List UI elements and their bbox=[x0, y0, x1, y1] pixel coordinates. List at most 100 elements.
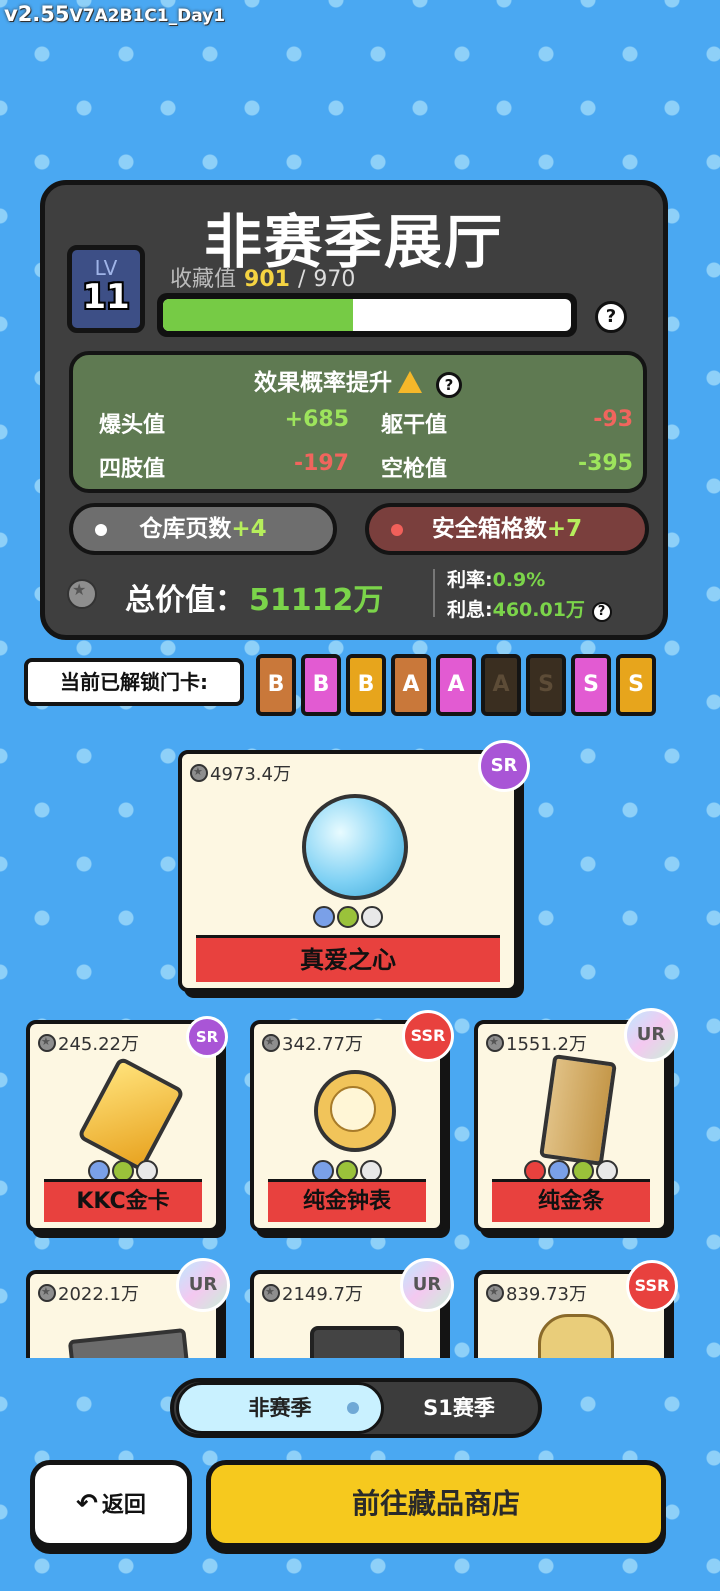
rarity-badge: SR bbox=[186, 1016, 228, 1058]
collection-max: 970 bbox=[313, 267, 356, 292]
stat-torso-value: -93 bbox=[593, 407, 633, 432]
divider bbox=[433, 569, 435, 617]
tab-off-season[interactable]: 非赛季 bbox=[176, 1382, 384, 1434]
item-card[interactable]: 245.22万 SR KKC金卡 bbox=[26, 1016, 228, 1232]
diamond-icon bbox=[302, 794, 408, 900]
item-name: 纯金条 bbox=[492, 1179, 650, 1222]
item-card[interactable]: 342.77万 SSR 纯金钟表 bbox=[250, 1010, 454, 1232]
item-name: 真爱之心 bbox=[196, 935, 500, 982]
collection-value: 收藏值 901 / 970 bbox=[170, 261, 355, 293]
interest-help-icon[interactable]: ? bbox=[591, 602, 612, 622]
effect-help-icon[interactable]: ? bbox=[436, 372, 462, 398]
camera-icon bbox=[310, 1326, 404, 1358]
go-to-shop-button[interactable]: 前往藏品商店 bbox=[206, 1460, 666, 1548]
stat-limbs-value: -197 bbox=[293, 451, 349, 476]
unlocked-cards-label: 当前已解锁门卡: bbox=[24, 658, 244, 706]
keycard-b: B bbox=[346, 654, 386, 716]
safebox-slots-pill: 安全箱格数+7 bbox=[365, 503, 649, 555]
stat-limbs-label: 四肢值 bbox=[99, 457, 166, 482]
undo-arrow-icon: ↶ bbox=[76, 1489, 98, 1519]
item-card-featured[interactable]: 4973.4万 SR 真爱之心 bbox=[178, 740, 530, 992]
item-price: 245.22万 bbox=[38, 1030, 139, 1056]
total-value-label: 总价值： bbox=[125, 583, 245, 618]
item-card[interactable]: 2149.7万 UR bbox=[250, 1258, 454, 1358]
item-price: 4973.4万 bbox=[190, 760, 291, 786]
coin-icon bbox=[486, 1034, 504, 1052]
version-build: V7A2B1C1_Day1 bbox=[69, 6, 226, 26]
coin-icon bbox=[262, 1034, 280, 1052]
interest-label: 利息: bbox=[447, 599, 493, 621]
item-price: 1551.2万 bbox=[486, 1030, 587, 1056]
warehouse-label: 仓库页数 bbox=[139, 516, 232, 542]
effect-title-text: 效果概率提升 bbox=[254, 370, 392, 396]
effect-panel: 效果概率提升? 爆头值 +685 躯干值 -93 四肢值 -197 空枪值 -3… bbox=[69, 351, 647, 493]
item-price: 839.73万 bbox=[486, 1280, 587, 1306]
rate-label: 利率: bbox=[447, 569, 493, 591]
total-value: 51112万 bbox=[249, 583, 384, 618]
item-price-value: 4973.4万 bbox=[210, 764, 291, 785]
rarity-badge: SR bbox=[478, 740, 530, 792]
tab-s1-season[interactable]: S1赛季 bbox=[384, 1382, 534, 1434]
back-button[interactable]: ↶ 返回 bbox=[30, 1460, 192, 1548]
item-card[interactable]: 2022.1万 UR bbox=[26, 1258, 230, 1358]
item-price: 2022.1万 bbox=[38, 1280, 139, 1306]
effect-title: 效果概率提升? bbox=[73, 363, 643, 398]
stat-miss-value: -395 bbox=[577, 451, 633, 476]
gem-slots bbox=[182, 906, 514, 928]
safebox-plus: +7 bbox=[546, 516, 583, 542]
coin-icon bbox=[486, 1284, 504, 1302]
collection-separator: / bbox=[297, 267, 306, 292]
circle-gem-icon bbox=[337, 906, 359, 928]
dot-icon bbox=[95, 524, 107, 536]
season-toggle[interactable]: 非赛季 S1赛季 bbox=[170, 1378, 542, 1438]
stat-torso-label: 躯干值 bbox=[381, 413, 448, 438]
rarity-badge: UR bbox=[624, 1008, 678, 1062]
level-number: 11 bbox=[82, 277, 130, 317]
stat-headshot-value: +685 bbox=[284, 407, 349, 432]
tab-off-season-label: 非赛季 bbox=[248, 1396, 312, 1420]
keycard-s: S bbox=[526, 654, 566, 716]
keycard-b: B bbox=[301, 654, 341, 716]
safebox-label: 安全箱格数 bbox=[431, 516, 547, 542]
item-price-value: 2149.7万 bbox=[282, 1284, 363, 1305]
coin-icon bbox=[262, 1284, 280, 1302]
warehouse-pages-pill: 仓库页数+4 bbox=[69, 503, 337, 555]
collection-progress-bar bbox=[157, 293, 577, 337]
gold-bar-icon bbox=[539, 1054, 617, 1166]
back-button-label: 返回 bbox=[101, 1493, 146, 1518]
coin-icon bbox=[38, 1284, 56, 1302]
item-price-value: 245.22万 bbox=[58, 1034, 139, 1055]
keycard-s: S bbox=[616, 654, 656, 716]
warning-icon bbox=[398, 371, 422, 393]
item-price-value: 839.73万 bbox=[506, 1284, 587, 1305]
keycard-a: A bbox=[436, 654, 476, 716]
keycard-b: B bbox=[256, 654, 296, 716]
item-price: 2149.7万 bbox=[262, 1280, 363, 1306]
golden-deer-icon bbox=[538, 1314, 614, 1358]
triangle-gem-icon bbox=[313, 906, 335, 928]
help-icon[interactable]: ? bbox=[595, 301, 627, 333]
rate-value: 0.9% bbox=[492, 569, 546, 591]
item-price-value: 1551.2万 bbox=[506, 1034, 587, 1055]
version-label: v2.55V7A2B1C1_Day1 bbox=[4, 2, 225, 26]
item-grid: 245.22万 SR KKC金卡 342.77万 SSR 纯金钟表 1551.2… bbox=[0, 1000, 720, 1358]
collection-current: 901 bbox=[244, 267, 290, 292]
graphics-card-icon bbox=[67, 1327, 191, 1358]
coin-icon bbox=[38, 1034, 56, 1052]
diamond-gem-icon bbox=[361, 906, 383, 928]
item-card[interactable]: 1551.2万 UR 纯金条 bbox=[474, 1008, 678, 1232]
item-name: KKC金卡 bbox=[44, 1179, 202, 1222]
stat-miss-label: 空枪值 bbox=[381, 457, 448, 482]
item-price: 342.77万 bbox=[262, 1030, 363, 1056]
item-card[interactable]: 839.73万 SSR bbox=[474, 1260, 678, 1358]
item-price-value: 342.77万 bbox=[282, 1034, 363, 1055]
stat-headshot-label: 爆头值 bbox=[99, 413, 166, 438]
item-name: 纯金钟表 bbox=[268, 1179, 426, 1222]
level-badge: LV 11 bbox=[67, 245, 145, 333]
rarity-badge: SSR bbox=[402, 1010, 454, 1062]
version-main: v2.55 bbox=[4, 2, 70, 26]
collection-label: 收藏值 bbox=[170, 267, 237, 292]
pocket-watch-icon bbox=[314, 1070, 396, 1152]
warehouse-plus: +4 bbox=[231, 516, 267, 542]
rarity-badge: UR bbox=[400, 1258, 454, 1312]
